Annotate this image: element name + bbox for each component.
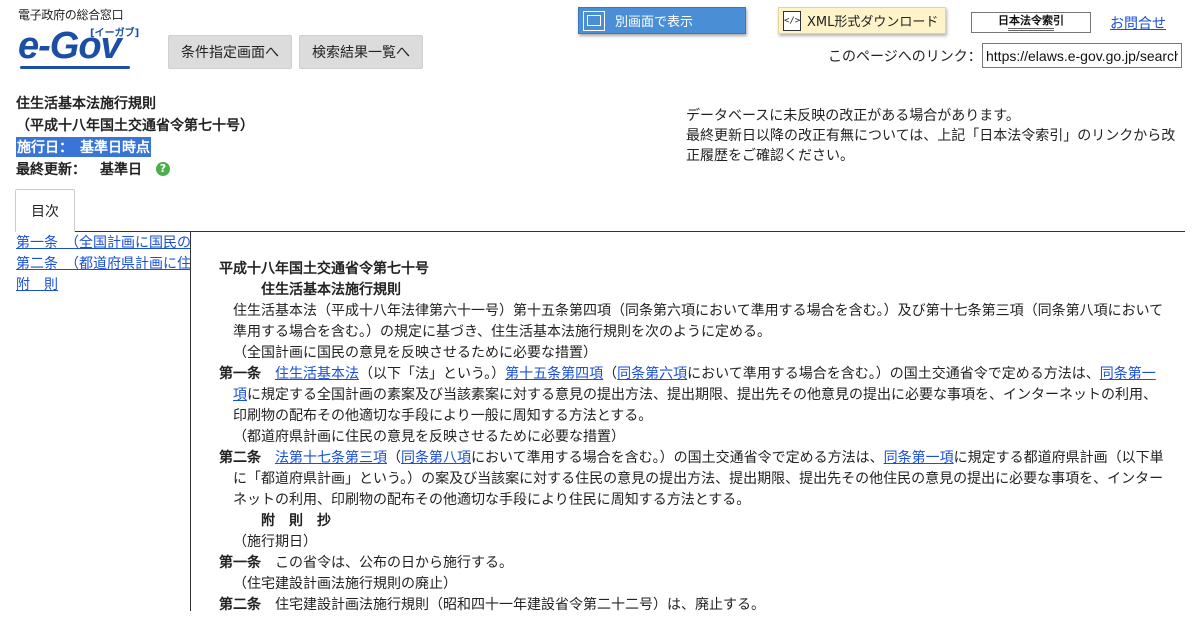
law-preamble: 住生活基本法（平成十八年法律第六十一号）第十五条第四項（同条第六項において準用す… — [233, 303, 1164, 340]
new-window-icon — [583, 10, 605, 31]
article-1-link-law[interactable]: 住生活基本法 — [275, 366, 359, 382]
supplementary-2-text: 住宅建設計画法施行規則（昭和四十一年建設省令第二十二号）は、廃止する。 — [275, 597, 765, 613]
toc-item-article-1[interactable]: 第一条 （全国計画に国民の意見を反映させるために必要な措置） — [16, 233, 190, 254]
supplementary-2: 第二条 住宅建設計画法施行規則（昭和四十一年建設省令第二十二号）は、廃止する。 — [219, 595, 1164, 616]
supplementary-1-label: 第一条 — [219, 555, 261, 571]
japanese-law-index-button[interactable]: 日本法令索引 — [971, 12, 1091, 33]
law-body: 平成十八年国土交通省令第七十号 住生活基本法施行規則 住生活基本法（平成十八年法… — [219, 259, 1164, 616]
xml-download-button[interactable]: </> XML形式ダウンロード — [778, 7, 946, 34]
help-icon[interactable]: ? — [156, 162, 170, 176]
contact-link[interactable]: お問合せ — [1110, 13, 1166, 33]
article-2-label: 第二条 — [219, 450, 261, 466]
effective-date: 施行日： 基準日時点 — [16, 137, 151, 157]
article-1-link-para6[interactable]: 同条第六項 — [617, 366, 687, 382]
article-2-text-2: において準用する場合を含む。）の国土交通省令で定める方法は、 — [471, 450, 884, 466]
law-body-title: 住生活基本法施行規則 — [261, 282, 401, 298]
article-2-link-art17-3[interactable]: 法第十七条第三項 — [275, 450, 387, 466]
notice-line-2: 最終更新日以降の改正有無については、上記「日本法令索引」のリンクから改正履歴をご… — [686, 128, 1176, 164]
last-updated: 最終更新： 基準日 ? — [16, 159, 170, 179]
article-1: 第一条 住生活基本法（以下「法」という。）第十五条第四項（同条第六項において準用す… — [219, 364, 1164, 427]
logo-ruby: [イーガブ] — [90, 28, 140, 39]
law-index-label: 日本法令索引 — [998, 13, 1064, 27]
tab-table-of-contents[interactable]: 目次 — [15, 189, 75, 232]
article-1-caption: （全国計画に国民の意見を反映させるために必要な措置） — [233, 345, 597, 361]
article-1-link-art15-4[interactable]: 第十五条第四項 — [505, 366, 603, 382]
last-updated-value: 基準日 — [100, 162, 142, 178]
article-1-label: 第一条 — [219, 366, 261, 382]
logo-subtitle: 電子政府の総合窓口 — [18, 8, 124, 22]
database-notice: データベースに未反映の改正がある場合があります。 最終更新日以降の改正有無につい… — [686, 106, 1186, 166]
article-2: 第二条 法第十七条第三項（同条第八項において準用する場合を含む。）の国土交通省令で… — [219, 448, 1164, 511]
article-2-link-para1[interactable]: 同条第一項 — [884, 450, 954, 466]
law-number: （平成十八年国土交通省令第七十号） — [16, 118, 254, 134]
supplementary-1-caption: （施行期日） — [233, 534, 317, 550]
page-link-label: このページへのリンク： — [828, 49, 982, 65]
toc-item-supplementary[interactable]: 附 則 — [16, 275, 190, 296]
supplementary-title: 附 則 抄 — [261, 513, 331, 529]
law-index-subline — [1008, 27, 1054, 31]
conditions-screen-button[interactable]: 条件指定画面へ — [168, 35, 292, 69]
supplementary-2-caption: （住宅建設計画法施行規則の廃止） — [233, 576, 457, 592]
last-updated-label: 最終更新： — [16, 162, 86, 178]
logo-swoosh — [20, 66, 130, 69]
article-2-text-1: （ — [387, 450, 401, 466]
article-1-text-1: （以下「法」という。） — [359, 366, 506, 382]
supplementary-1: 第一条 この省令は、公布の日から施行する。 — [219, 553, 1164, 574]
notice-line-1: データベースに未反映の改正がある場合があります。 — [686, 108, 1020, 124]
toc-divider — [190, 231, 191, 611]
toc-item-article-2[interactable]: 第二条 （都道府県計画に住民の意見を反映させるために必要な措置） — [16, 254, 190, 275]
xml-download-label: XML形式ダウンロード — [807, 15, 939, 30]
supplementary-2-label: 第二条 — [219, 597, 261, 613]
open-separate-window-button[interactable]: 別画面で表示 — [578, 7, 746, 34]
law-body-number: 平成十八年国土交通省令第七十号 — [219, 261, 429, 277]
article-1-text-2: （ — [603, 366, 618, 382]
open-separate-window-label: 別画面で表示 — [615, 15, 694, 30]
page-link-input[interactable] — [982, 43, 1182, 68]
xml-file-icon: </> — [783, 10, 801, 31]
article-1-text-4: に規定する全国計画の素案及び当該素案に対する意見の提出方法、提出期限、提出先その… — [233, 387, 1157, 424]
article-2-link-para8[interactable]: 同条第八項 — [401, 450, 471, 466]
supplementary-1-text: この省令は、公布の日から施行する。 — [275, 555, 513, 571]
table-of-contents: 第一条 （全国計画に国民の意見を反映させるために必要な措置） 第二条 （都道府県… — [16, 233, 190, 630]
article-2-caption: （都道府県計画に住民の意見を反映させるために必要な措置） — [233, 429, 625, 445]
egov-logo[interactable]: 電子政府の総合窓口 e-Gov [イーガブ] — [18, 6, 140, 69]
article-1-text-3: において準用する場合を含む。）の国土交通省令で定める方法は、 — [687, 366, 1100, 382]
search-results-button[interactable]: 検索結果一覧へ — [299, 35, 423, 69]
law-title: 住生活基本法施行規則 — [16, 96, 156, 112]
